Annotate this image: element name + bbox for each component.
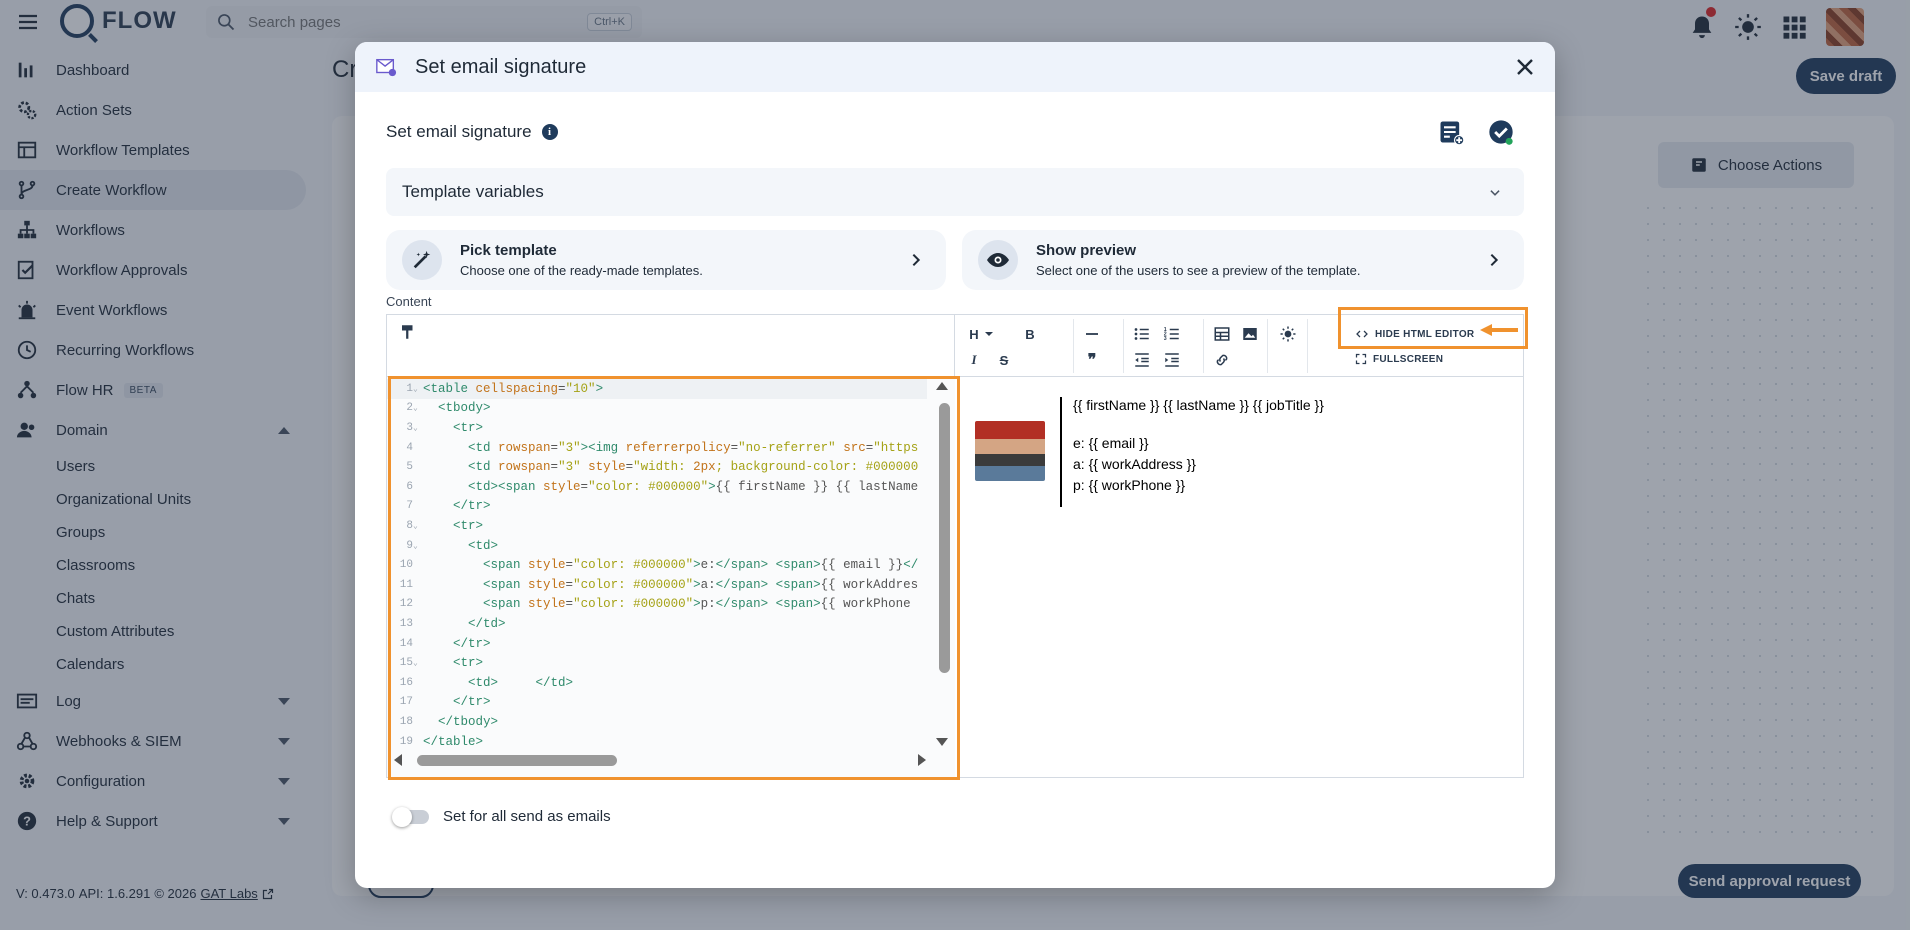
send-as-toggle[interactable] — [392, 806, 429, 827]
chevron-right-icon — [912, 253, 921, 267]
show-preview-card[interactable]: Show preview Select one of the users to … — [962, 230, 1524, 290]
code-toolbar — [387, 315, 955, 377]
info-icon[interactable]: i — [541, 124, 558, 140]
svg-text:3: 3 — [1164, 336, 1167, 342]
image-icon[interactable] — [1241, 325, 1259, 343]
brightness-icon[interactable] — [1279, 325, 1297, 343]
save-check-icon[interactable] — [1487, 118, 1515, 146]
indent-icon[interactable] — [1163, 351, 1181, 369]
outdent-icon[interactable] — [1133, 351, 1151, 369]
signature-photo — [975, 421, 1045, 481]
blockquote-icon[interactable]: ❞ — [1083, 351, 1101, 369]
send-as-toggle-label: Set for all send as emails — [443, 808, 611, 825]
toolbar-separator — [1307, 319, 1308, 373]
code-editor-highlight — [388, 376, 960, 780]
heading-icon[interactable]: H — [965, 325, 983, 343]
toolbar-separator — [1123, 319, 1124, 373]
numbered-list-icon[interactable]: 123 — [1163, 325, 1181, 343]
pick-template-title: Pick template — [460, 242, 557, 259]
chevron-right-icon — [1490, 253, 1499, 267]
add-template-icon[interactable] — [1437, 118, 1465, 146]
format-painter-icon[interactable] — [399, 323, 417, 341]
dialog-header: Set email signature — [355, 42, 1555, 92]
bullet-list-icon[interactable] — [1133, 325, 1151, 343]
section-label: Set email signature — [386, 122, 532, 141]
eye-icon — [987, 253, 1009, 267]
preview-name-line: {{ firstName }} {{ lastName }} {{ jobTit… — [1073, 397, 1324, 413]
template-variables-accordion[interactable]: Template variables — [386, 168, 1524, 216]
toolbar-separator — [1073, 319, 1074, 373]
toolbar-separator — [1203, 319, 1204, 373]
show-preview-title: Show preview — [1036, 242, 1137, 259]
strikethrough-icon[interactable]: S — [995, 351, 1013, 369]
signature-divider — [1060, 397, 1062, 507]
preview-phone-line: p: {{ workPhone }} — [1073, 477, 1186, 493]
pick-template-subtitle: Choose one of the ready-made templates. — [460, 263, 703, 278]
fullscreen-button[interactable]: FULLSCREEN — [1355, 353, 1443, 365]
bold-icon[interactable]: B — [1021, 325, 1039, 343]
chevron-down-icon — [1490, 190, 1500, 196]
chevron-down-icon[interactable] — [983, 325, 995, 343]
show-preview-icon-wrap — [978, 240, 1018, 280]
link-icon[interactable] — [1213, 351, 1231, 369]
fullscreen-icon — [1355, 353, 1367, 365]
italic-icon[interactable]: I — [965, 351, 983, 369]
close-icon[interactable] — [1513, 55, 1537, 79]
template-variables-label: Template variables — [402, 182, 544, 201]
preview-address-line: a: {{ workAddress }} — [1073, 456, 1196, 472]
content-label: Content — [386, 294, 432, 309]
fullscreen-label: FULLSCREEN — [1373, 353, 1444, 365]
signature-preview: {{ firstName }} {{ lastName }} {{ jobTit… — [955, 377, 1523, 777]
magic-wand-icon — [413, 250, 431, 269]
table-icon[interactable] — [1213, 325, 1231, 343]
toolbar-separator — [1267, 319, 1268, 373]
preview-email-line: e: {{ email }} — [1073, 435, 1149, 451]
pick-template-icon-wrap — [402, 240, 442, 280]
email-settings-icon — [376, 58, 397, 77]
dialog-title: Set email signature — [415, 55, 587, 78]
arrow-shaft — [1490, 328, 1518, 332]
horizontal-rule-icon[interactable] — [1083, 325, 1101, 343]
show-preview-subtitle: Select one of the users to see a preview… — [1036, 263, 1361, 278]
pick-template-card[interactable]: Pick template Choose one of the ready-ma… — [386, 230, 946, 290]
